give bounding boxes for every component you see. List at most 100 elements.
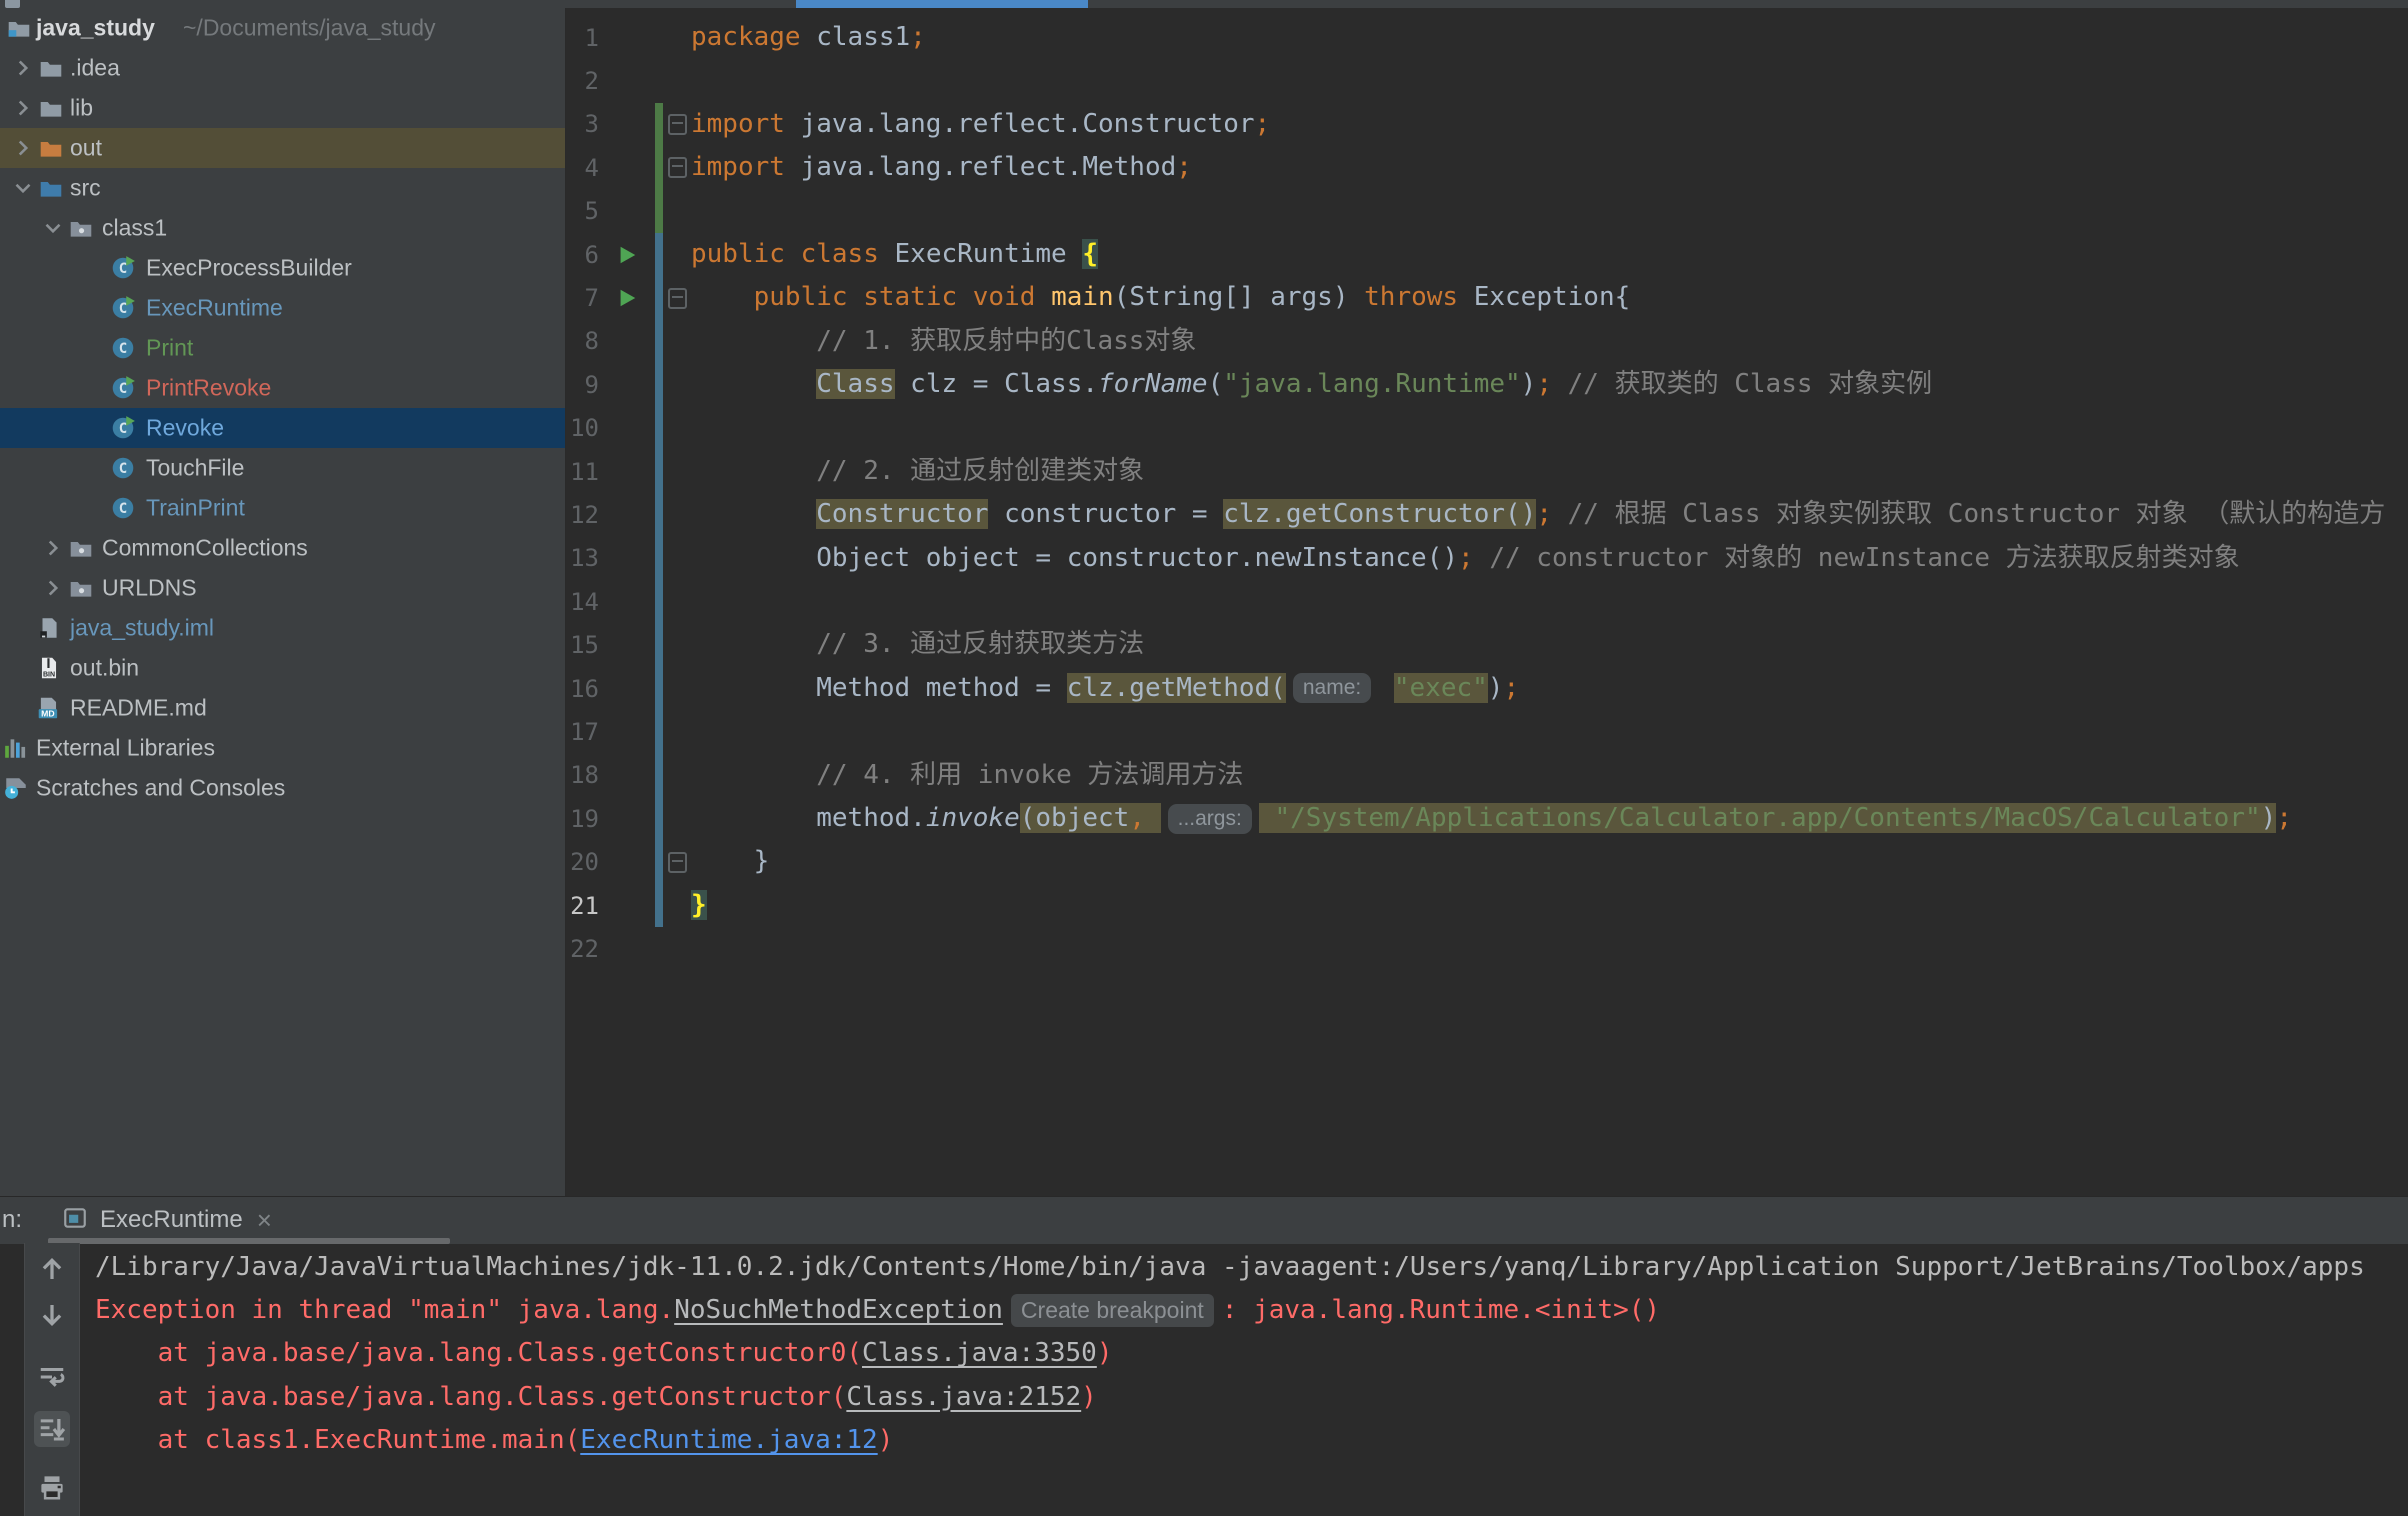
tree-item-printrevoke[interactable]: CPrintRevoke <box>0 368 565 408</box>
code-line-11[interactable]: 11 // 2. 通过反射创建类对象 <box>566 450 2408 493</box>
code-line-18[interactable]: 18 // 4. 利用 invoke 方法调用方法 <box>566 754 2408 797</box>
code-line-16[interactable]: 16 Method method = clz.getMethod(name: "… <box>566 667 2408 710</box>
vcs-change-bar <box>655 537 663 580</box>
fold-marker-icon[interactable] <box>663 852 691 873</box>
code-text: } <box>691 884 2408 927</box>
fold-marker-icon[interactable] <box>663 157 691 178</box>
code-line-20[interactable]: 20 } <box>566 840 2408 883</box>
tree-item-commoncollections[interactable]: CommonCollections <box>0 528 565 568</box>
line-number: 3 <box>566 110 599 138</box>
folder-gray-icon <box>38 95 64 121</box>
tree-item-urldns[interactable]: URLDNS <box>0 568 565 608</box>
tree-item-execruntime[interactable]: CExecRuntime <box>0 288 565 328</box>
tree-item-src[interactable]: src <box>0 168 565 208</box>
code-text: package class1; <box>691 16 2408 59</box>
tree-item-external-libraries[interactable]: External Libraries <box>0 728 565 768</box>
run-gutter-icon[interactable] <box>599 287 655 309</box>
fold-marker-icon[interactable] <box>663 288 691 309</box>
tree-item-label: ExecProcessBuilder <box>146 255 352 282</box>
stack-trace-link[interactable]: NoSuchMethodException <box>674 1295 1003 1325</box>
vcs-change-bar <box>655 580 663 623</box>
chevron-right-icon[interactable] <box>10 135 36 161</box>
tree-item-print[interactable]: CPrint <box>0 328 565 368</box>
stack-trace-link[interactable]: Class.java:3350 <box>862 1338 1097 1368</box>
tree-item-out[interactable]: out <box>0 128 565 168</box>
stack-trace-link[interactable]: ExecRuntime.java:12 <box>580 1425 877 1455</box>
code-line-13[interactable]: 13 Object object = constructor.newInstan… <box>566 537 2408 580</box>
line-number: 10 <box>566 414 599 442</box>
tree-item-trainprint[interactable]: CTrainPrint <box>0 488 565 528</box>
tree-item-revoke[interactable]: CRevoke <box>0 408 565 448</box>
tree-item-scratches-and-consoles[interactable]: Scratches and Consoles <box>0 768 565 808</box>
vcs-change-bar <box>655 407 663 450</box>
chevron-right-icon[interactable] <box>10 95 36 121</box>
printer-icon[interactable] <box>34 1469 70 1505</box>
tree-item-touchfile[interactable]: C TouchFile <box>0 448 565 488</box>
scratches-icon <box>3 775 29 801</box>
line-number: 9 <box>566 371 599 399</box>
run-tab-execruntime[interactable]: ExecRuntime × <box>62 1201 272 1239</box>
tree-item-label: ExecRuntime <box>146 295 283 322</box>
code-line-9[interactable]: 9 Class clz = Class.forName("java.lang.R… <box>566 363 2408 406</box>
tree-item-java-study[interactable]: java_study~/Documents/java_study <box>0 8 565 48</box>
tree-item-class1[interactable]: class1 <box>0 208 565 248</box>
line-number: 4 <box>566 154 599 182</box>
chevron-right-icon[interactable] <box>10 55 36 81</box>
tree-item-label: External Libraries <box>36 735 215 762</box>
tree-item-label: class1 <box>102 215 167 242</box>
chevron-right-icon[interactable] <box>40 575 66 601</box>
run-gutter-icon[interactable] <box>599 244 655 266</box>
tree-item-lib[interactable]: lib <box>0 88 565 128</box>
code-line-6[interactable]: 6public class ExecRuntime { <box>566 233 2408 276</box>
code-text: Constructor constructor = clz.getConstru… <box>691 493 2408 536</box>
editor-tab-bar <box>0 0 2408 8</box>
tree-item-out-bin[interactable]: BINout.bin <box>0 648 565 688</box>
tree-item-execprocessbuilder[interactable]: C ExecProcessBuilder <box>0 248 565 288</box>
tree-item-label: CommonCollections <box>102 535 308 562</box>
code-line-21[interactable]: 21} <box>566 884 2408 927</box>
code-line-1[interactable]: 1package class1; <box>566 16 2408 59</box>
code-line-7[interactable]: 7 public static void main(String[] args)… <box>566 276 2408 319</box>
fold-marker-icon[interactable] <box>663 114 691 135</box>
arrow-down-icon[interactable] <box>34 1297 70 1333</box>
tree-item-readme-md[interactable]: MDREADME.md <box>0 688 565 728</box>
stack-trace-link[interactable]: Class.java:2152 <box>846 1382 1081 1412</box>
code-line-15[interactable]: 15 // 3. 通过反射获取类方法 <box>566 623 2408 666</box>
class-icon: C <box>110 455 136 481</box>
code-line-12[interactable]: 12 Constructor constructor = clz.getCons… <box>566 493 2408 536</box>
code-text: // 2. 通过反射创建类对象 <box>691 450 2408 493</box>
code-line-3[interactable]: 3 import java.lang.reflect.Constructor; <box>566 103 2408 146</box>
close-icon[interactable]: × <box>257 1205 272 1236</box>
ide-window: java_study~/Documents/java_study.idealib… <box>0 0 2408 1516</box>
tree-item--idea[interactable]: .idea <box>0 48 565 88</box>
svg-text:C: C <box>119 261 127 277</box>
tree-item-label: TrainPrint <box>146 495 245 522</box>
code-line-4[interactable]: 4import java.lang.reflect.Method; <box>566 146 2408 189</box>
chevron-down-icon[interactable] <box>10 175 36 201</box>
code-line-17[interactable]: 17 <box>566 710 2408 753</box>
line-number: 14 <box>566 588 599 616</box>
class-run-icon: C <box>110 415 136 441</box>
line-number: 20 <box>566 848 599 876</box>
code-line-2[interactable]: 2 <box>566 59 2408 102</box>
code-line-10[interactable]: 10 <box>566 407 2408 450</box>
code-line-8[interactable]: 8 // 1. 获取反射中的Class对象 <box>566 320 2408 363</box>
chevron-right-icon[interactable] <box>40 535 66 561</box>
tree-item-label: TouchFile <box>146 455 244 482</box>
chevron-down-icon[interactable] <box>40 215 66 241</box>
code-line-19[interactable]: 19 method.invoke(object, ...args: "/Syst… <box>566 797 2408 840</box>
vcs-change-bar <box>655 623 663 666</box>
arrow-up-icon[interactable] <box>34 1251 70 1287</box>
code-line-22[interactable]: 22 <box>566 927 2408 970</box>
editor-pane[interactable]: 1package class1;2 3 import java.lang.refle… <box>566 8 2408 1196</box>
svg-text:C: C <box>119 341 127 357</box>
tree-item-java-study-iml[interactable]: java_study.iml <box>0 608 565 648</box>
code-text: import java.lang.reflect.Constructor; <box>691 103 2408 146</box>
code-line-14[interactable]: 14 <box>566 580 2408 623</box>
create-breakpoint-hint[interactable]: Create breakpoint <box>1011 1294 1214 1327</box>
code-line-5[interactable]: 5 <box>566 190 2408 233</box>
vcs-change-bar <box>655 884 663 927</box>
scroll-end-icon[interactable] <box>34 1411 70 1447</box>
class-icon: C <box>110 335 136 361</box>
soft-wrap-icon[interactable] <box>34 1359 70 1395</box>
